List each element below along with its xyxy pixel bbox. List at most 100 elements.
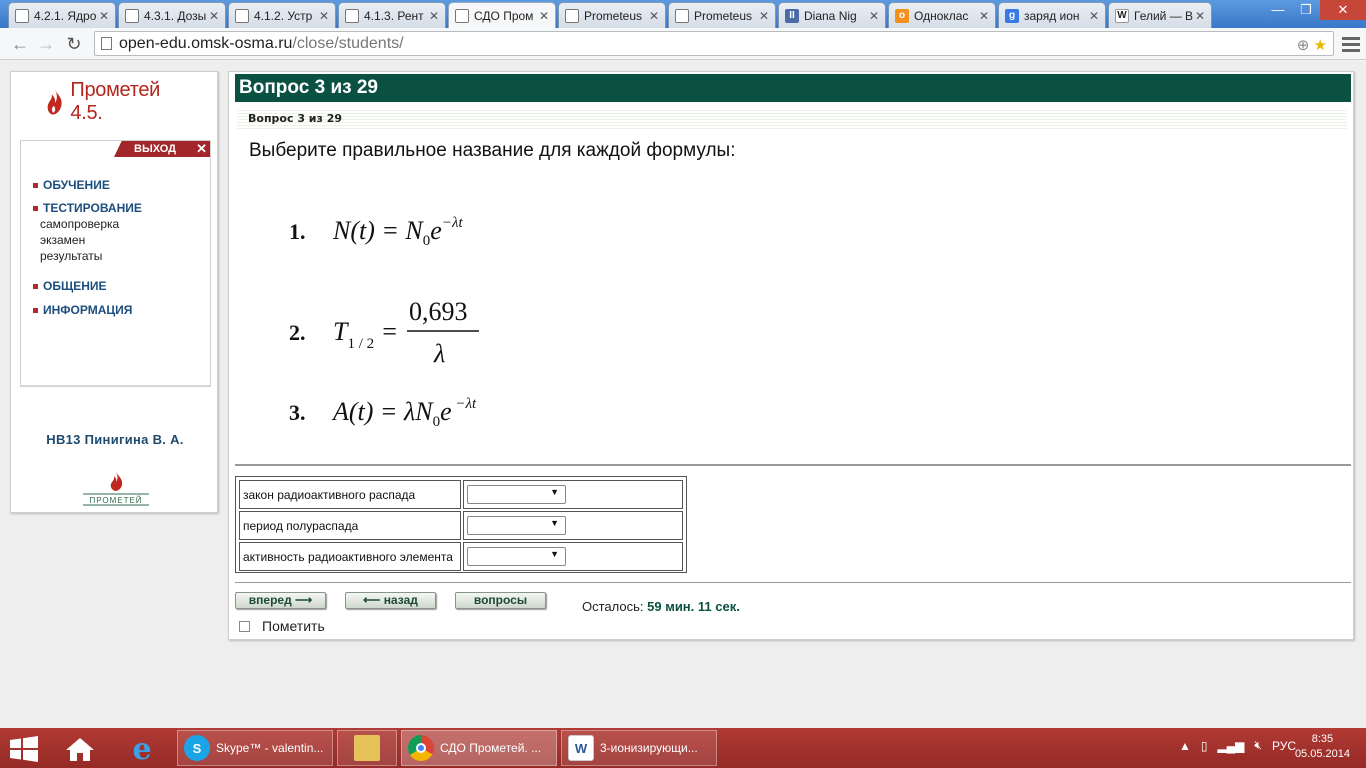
formula-2: T1 / 2 = [333, 317, 398, 352]
reload-icon[interactable]: ↻ [62, 32, 86, 56]
taskbar-task-explorer[interactable] [337, 730, 397, 766]
internet-explorer-icon[interactable]: e [120, 732, 164, 767]
time-remaining-value: 59 мин. 11 сек. [647, 599, 740, 614]
browser-tab[interactable]: 4.1.2. Устр ✕ [228, 2, 336, 28]
browser-tab[interactable]: 4.2.1. Ядро ✕ [8, 2, 116, 28]
formula-3: A(t) = λN0e −λt [331, 396, 477, 430]
menu-item-communication[interactable]: ОБЩЕНИЕ [33, 278, 142, 294]
menu-item-learning[interactable]: ОБУЧЕНИЕ [33, 177, 142, 193]
match-label: закон радиоактивного распада [239, 480, 461, 509]
exit-button[interactable]: ВЫХОД ✕ [114, 141, 210, 157]
document-icon [235, 8, 249, 23]
right-arrow-icon: ⟶ [295, 593, 313, 607]
document-icon [15, 8, 29, 23]
windows-start-icon[interactable] [10, 736, 38, 762]
window-close-icon[interactable]: ✕ [1320, 0, 1366, 20]
questions-button[interactable]: вопросы [455, 592, 546, 609]
browser-tab[interactable]: g заряд ион ✕ [998, 2, 1106, 28]
submenu-results[interactable]: результаты [33, 248, 142, 264]
clock[interactable]: 8:35 05.05.2014 [1295, 732, 1350, 762]
browser-tab-active[interactable]: СДО Пром ✕ [448, 2, 556, 28]
table-row: закон радиоактивного распада ▼ [238, 479, 684, 510]
browser-tab[interactable]: W Гелий — В ✕ [1108, 2, 1212, 28]
browser-toolbar: ← → ↻ open-edu.omsk-osma.ru/close/studen… [0, 28, 1366, 60]
submenu-exam[interactable]: экзамен [33, 232, 142, 248]
close-icon[interactable]: ✕ [1193, 9, 1207, 23]
sidebar: Прометей 4.5. ВЫХОД ✕ ОБУЧЕНИЕ ТЕСТИРОВА… [10, 71, 218, 513]
match-label: активность радиоактивного элемента [239, 542, 461, 571]
skype-icon: S [184, 735, 210, 761]
table-row: период полураспада ▼ [238, 510, 684, 541]
page-content: Прометей 4.5. ВЫХОД ✕ ОБУЧЕНИЕ ТЕСТИРОВА… [0, 61, 1366, 728]
close-icon[interactable]: ✕ [977, 9, 991, 23]
home-icon[interactable] [58, 732, 102, 766]
menu-item-information[interactable]: ИНФОРМАЦИЯ [33, 302, 142, 318]
show-hidden-icons-icon[interactable]: ▲ [1179, 739, 1191, 753]
taskbar-task-skype[interactable]: S Skype™ - valentin... [177, 730, 333, 766]
browser-tab[interactable]: Prometeus ✕ [668, 2, 776, 28]
matching-table: закон радиоактивного распада ▼ период по… [235, 476, 687, 573]
page-icon [101, 37, 112, 50]
document-icon [675, 8, 689, 23]
restore-icon[interactable]: ❐ [1292, 0, 1320, 20]
divider [235, 582, 1351, 583]
answer-select-1[interactable]: ▼ [467, 485, 566, 504]
match-label: период полураспада [239, 511, 461, 540]
document-icon [345, 8, 359, 23]
mark-checkbox[interactable] [239, 620, 250, 632]
divider [235, 464, 1351, 466]
back-arrow-icon[interactable]: ← [8, 32, 32, 56]
close-icon[interactable]: ✕ [1087, 9, 1101, 23]
time-remaining: Осталось: 59 мин. 11 сек. [582, 599, 740, 614]
close-icon[interactable]: ✕ [867, 9, 881, 23]
dropdown-caret-icon: ▼ [550, 487, 559, 497]
browser-tab-strip: 4.2.1. Ядро ✕ 4.3.1. Дозы ✕ 4.1.2. Устр … [0, 0, 1366, 28]
question-panel: Вопрос 3 из 29 Вопрос 3 из 29 Выберите п… [228, 71, 1354, 640]
forward-button[interactable]: вперед ⟶ [235, 592, 326, 609]
dropdown-caret-icon: ▼ [550, 549, 559, 559]
taskbar-task-word[interactable]: W 3-ионизирующи... [561, 730, 717, 766]
match-cell: ▼ [463, 542, 683, 571]
menu-list: ОБУЧЕНИЕ ТЕСТИРОВАНИЕ самопроверка экзам… [33, 177, 142, 318]
taskbar-task-chrome[interactable]: СДО Прометей. ... [401, 730, 557, 766]
question-subheader: Вопрос 3 из 29 [237, 108, 1347, 130]
back-button[interactable]: ⟵ назад [345, 592, 436, 609]
windows-taskbar: e S Skype™ - valentin... СДО Прометей. .… [0, 728, 1366, 768]
close-icon[interactable]: ✕ [537, 9, 551, 23]
bullet-icon [33, 205, 38, 211]
flame-icon: ПРОМЕТЕЙ [83, 472, 149, 506]
close-icon[interactable]: ✕ [427, 9, 441, 23]
submenu-self-check[interactable]: самопроверка [33, 216, 142, 232]
network-signal-icon[interactable]: ▂▄▆ [1217, 739, 1244, 753]
close-icon[interactable]: ✕ [207, 9, 221, 23]
bookmark-star-icon[interactable]: ★ [1314, 37, 1327, 54]
chrome-icon [408, 735, 434, 761]
address-bar[interactable]: open-edu.omsk-osma.ru/close/students/ ⊕ … [94, 31, 1334, 56]
language-indicator[interactable]: РУС [1272, 739, 1296, 753]
browser-tab[interactable]: 4.3.1. Дозы ✕ [118, 2, 226, 28]
browser-tab[interactable]: Prometeus ✕ [558, 2, 666, 28]
browser-menu-icon[interactable] [1342, 34, 1360, 54]
minimize-icon[interactable]: — [1264, 0, 1292, 20]
document-icon [455, 8, 469, 23]
answer-select-2[interactable]: ▼ [467, 516, 566, 535]
close-icon[interactable]: ✕ [647, 9, 661, 23]
close-icon[interactable]: ✕ [317, 9, 331, 23]
close-icon[interactable]: ✕ [757, 9, 771, 23]
question-text: Выберите правильное название для каждой … [249, 140, 736, 161]
browser-tab[interactable]: 4.1.3. Рент ✕ [338, 2, 446, 28]
menu-item-testing[interactable]: ТЕСТИРОВАНИЕ [33, 200, 142, 216]
browser-tab[interactable]: о Одноклас ✕ [888, 2, 996, 28]
forward-arrow-icon[interactable]: → [34, 32, 58, 56]
document-icon [125, 8, 139, 23]
volume-muted-icon[interactable]: 🔇︎ [1254, 738, 1262, 753]
browser-tab[interactable]: II Diana Nig ✕ [778, 2, 886, 28]
bullet-icon [33, 307, 38, 313]
close-icon[interactable]: ✕ [97, 9, 111, 23]
formula-number: 2. [289, 320, 306, 345]
main-menu: ВЫХОД ✕ ОБУЧЕНИЕ ТЕСТИРОВАНИЕ самопровер… [20, 140, 211, 387]
answer-select-3[interactable]: ▼ [467, 547, 566, 566]
zoom-icon[interactable]: ⊕ [1297, 37, 1310, 54]
bullet-icon [33, 283, 38, 289]
battery-icon[interactable]: ▯ [1201, 739, 1208, 753]
